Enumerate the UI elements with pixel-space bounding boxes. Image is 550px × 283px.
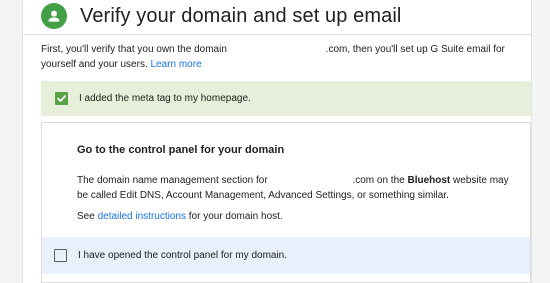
opened-control-panel-checkbox[interactable] bbox=[54, 249, 67, 262]
meta-tag-label: I added the meta tag to my homepage. bbox=[79, 93, 251, 104]
intro-domain-suffix: .com bbox=[325, 44, 348, 55]
redacted-domain bbox=[270, 174, 352, 183]
verify-domain-card: Verify your domain and set up email Firs… bbox=[22, 0, 532, 283]
meta-tag-checkbox[interactable] bbox=[55, 92, 68, 105]
control-panel-description: The domain name management section for .… bbox=[77, 173, 517, 203]
checkmark-icon bbox=[57, 95, 67, 102]
instructions-line: See detailed instructions for your domai… bbox=[77, 211, 283, 222]
control-panel-step: Go to the control panel for your domain … bbox=[41, 122, 531, 283]
header: Verify your domain and set up email bbox=[41, 3, 401, 29]
header-divider bbox=[23, 34, 531, 35]
intro-text: First, you'll verify that you own the do… bbox=[41, 42, 521, 72]
intro-text-before: First, you'll verify that you own the do… bbox=[41, 44, 227, 55]
see-prefix: See bbox=[77, 211, 98, 222]
desc-domain-suffix: .com on the bbox=[352, 175, 408, 186]
desc-before: The domain name management section for bbox=[77, 175, 268, 186]
learn-more-link[interactable]: Learn more bbox=[151, 59, 202, 70]
person-icon bbox=[41, 3, 67, 29]
host-name: Bluehost bbox=[407, 175, 451, 186]
redacted-domain bbox=[230, 43, 326, 52]
detailed-instructions-link[interactable]: detailed instructions bbox=[98, 211, 186, 222]
page-title: Verify your domain and set up email bbox=[80, 4, 402, 27]
opened-control-panel-label: I have opened the control panel for my d… bbox=[78, 250, 288, 261]
opened-control-panel-step[interactable]: I have opened the control panel for my d… bbox=[42, 237, 530, 274]
control-panel-title: Go to the control panel for your domain bbox=[77, 144, 285, 156]
see-suffix: for your domain host. bbox=[185, 211, 283, 222]
meta-tag-step[interactable]: I added the meta tag to my homepage. bbox=[41, 81, 531, 116]
